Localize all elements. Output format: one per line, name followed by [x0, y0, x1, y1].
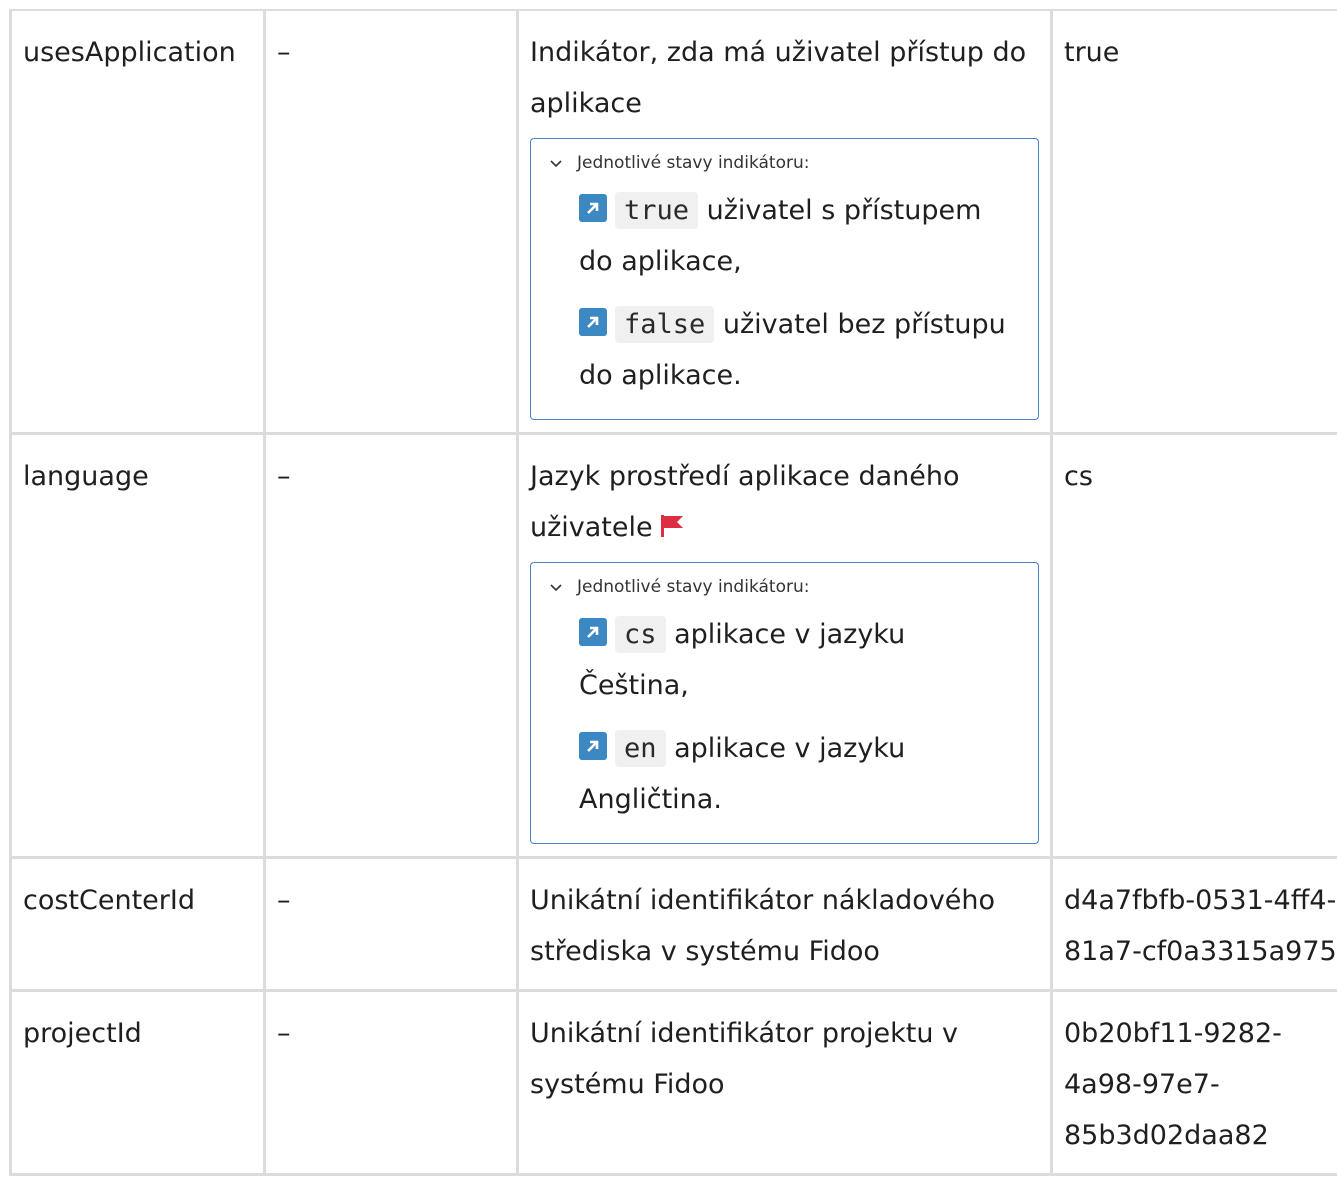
param-name: costCenterId	[9, 856, 266, 992]
state-item: en aplikace v jazyku Angličtina.	[549, 723, 1020, 825]
state-code: cs	[615, 616, 666, 653]
param-example: cs	[1050, 432, 1337, 859]
details-summary-label: Jednotlivé stavy indikátoru:	[577, 577, 810, 597]
states-details[interactable]: Jednotlivé stavy indikátoru: true uživat…	[530, 138, 1039, 420]
param-example: 0b20bf11-9282-4a98-97e7-85b3d02daa82	[1050, 989, 1337, 1176]
param-description: Indikátor, zda má uživatel přístup do ap…	[530, 37, 1027, 119]
param-required: –	[263, 9, 519, 435]
state-item: false uživatel bez přístupu do aplikace.	[549, 299, 1020, 401]
state-item: true uživatel s přístupem do aplikace,	[549, 185, 1020, 287]
arrow-up-right-icon	[579, 194, 607, 222]
param-description: Jazyk prostředí aplikace daného uživatel…	[530, 461, 960, 543]
param-description-wrap: Jazyk prostředí aplikace daného uživatel…	[530, 451, 1039, 553]
table-row: language – Jazyk prostředí aplikace dané…	[9, 432, 1337, 859]
param-description: Unikátní identifikátor projektu v systém…	[516, 989, 1053, 1176]
state-code: false	[615, 306, 715, 343]
chevron-down-icon	[550, 584, 562, 592]
details-summary[interactable]: Jednotlivé stavy indikátoru:	[549, 151, 1020, 175]
states-details[interactable]: Jednotlivé stavy indikátoru: cs aplikace…	[530, 562, 1039, 844]
red-flag-icon	[660, 515, 683, 537]
table-row: usesApplication – Indikátor, zda má uživ…	[9, 9, 1337, 435]
param-required: –	[263, 432, 519, 859]
param-example: d4a7fbfb-0531-4ff4-81a7-cf0a3315a975	[1050, 856, 1337, 992]
arrow-up-right-icon	[579, 732, 607, 760]
table-row: projectId – Unikátní identifikátor proje…	[9, 989, 1337, 1176]
arrow-up-right-icon	[579, 618, 607, 646]
param-required: –	[263, 856, 519, 992]
param-name: projectId	[9, 989, 266, 1176]
state-code: true	[615, 192, 699, 229]
state-item: cs aplikace v jazyku Čeština,	[549, 609, 1020, 711]
chevron-down-icon	[550, 160, 562, 168]
param-name: usesApplication	[9, 9, 266, 435]
param-description-cell: Indikátor, zda má uživatel přístup do ap…	[516, 9, 1053, 435]
param-description-cell: Jazyk prostředí aplikace daného uživatel…	[516, 432, 1053, 859]
param-description: Unikátní identifikátor nákladového střed…	[516, 856, 1053, 992]
param-name: language	[9, 432, 266, 859]
details-summary[interactable]: Jednotlivé stavy indikátoru:	[549, 575, 1020, 599]
parameters-table: usesApplication – Indikátor, zda má uživ…	[9, 9, 1337, 1176]
table-row: costCenterId – Unikátní identifikátor ná…	[9, 856, 1337, 992]
param-example: true	[1050, 9, 1337, 435]
arrow-up-right-icon	[579, 308, 607, 336]
state-code: en	[615, 730, 666, 767]
details-summary-label: Jednotlivé stavy indikátoru:	[577, 153, 810, 173]
param-required: –	[263, 989, 519, 1176]
